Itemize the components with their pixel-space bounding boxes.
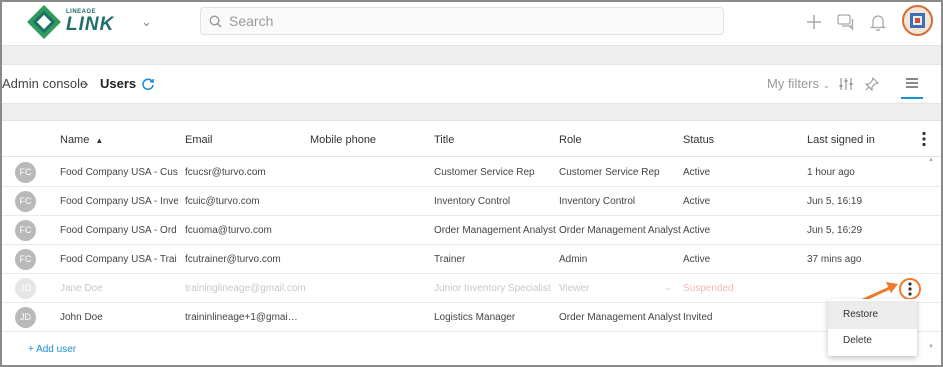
column-header-mobile-phone[interactable]: Mobile phone <box>310 134 376 146</box>
cell-last-signed-in: 1 hour ago <box>807 167 855 178</box>
cell-status: Active <box>683 254 711 265</box>
cell-email: traininglineage@gmail.com <box>185 283 306 294</box>
table-header: Name ▲ Email Mobile phone Title Role Stat… <box>2 121 941 157</box>
cell-role: Inventory Control <box>559 196 636 207</box>
cell-status: Active <box>683 225 711 236</box>
column-header-role[interactable]: Role <box>559 134 582 146</box>
more-vertical-icon[interactable] <box>921 131 927 147</box>
cell-role: Order Management Analyst <box>559 225 681 236</box>
chevron-down-icon: ⌄ <box>822 80 831 90</box>
sort-ascending-icon: ▲ <box>95 136 104 145</box>
avatar: FC <box>15 191 36 212</box>
cell-status: Invited <box>683 312 713 323</box>
cell-name: Jane Doe <box>60 283 103 294</box>
scroll-up-arrow[interactable]: ▲ <box>928 157 934 163</box>
table-row[interactable]: FC Food Company USA - Trai… fcutrainer@t… <box>2 245 941 274</box>
cell-last-signed-in: 37 mins ago <box>807 254 862 265</box>
row-context-menu: Restore Delete <box>828 299 917 356</box>
cell-title: Junior Inventory Specialist <box>434 283 551 294</box>
avatar-image <box>910 13 925 28</box>
column-header-label: Name <box>60 134 90 146</box>
cell-title: Inventory Control <box>434 196 511 207</box>
column-header-status[interactable]: Status <box>683 134 714 146</box>
cell-role: Viewer <box>559 283 590 294</box>
column-header-name[interactable]: Name ▲ <box>60 134 103 146</box>
cell-email: fcuoma@turvo.com <box>185 225 272 236</box>
cell-email: fcuic@turvo.com <box>185 196 260 207</box>
plus-icon[interactable] <box>804 12 824 32</box>
chevron-down-icon: ⌄ <box>664 282 672 292</box>
my-filters-dropdown[interactable]: My filters ⌄ <box>767 76 830 91</box>
table-row[interactable]: FC Food Company USA - Inve… fcuic@turvo.… <box>2 187 941 216</box>
breadcrumb-separator: › <box>84 76 89 91</box>
search-input[interactable]: Search <box>200 7 724 35</box>
bell-icon[interactable] <box>868 12 888 32</box>
column-header-title[interactable]: Title <box>434 134 454 146</box>
avatar: FC <box>15 162 36 183</box>
avatar: FC <box>15 220 36 241</box>
page-title: Users <box>100 76 137 91</box>
cell-name: Food Company USA - Inve… <box>60 196 178 207</box>
cell-title: Trainer <box>434 254 466 265</box>
cell-status: Suspended <box>683 283 734 294</box>
column-header-last-signed-in[interactable]: Last signed in <box>807 134 875 146</box>
top-bar: LINEAGE LINK ⌄ Search <box>2 2 941 46</box>
cell-last-signed-in: Jun 5, 16:19 <box>807 196 863 207</box>
search-placeholder: Search <box>229 13 274 29</box>
breadcrumb-admin-console[interactable]: Admin console <box>2 76 87 91</box>
cell-name: John Doe <box>60 312 103 323</box>
cell-email: fcucsr@turvo.com <box>185 167 266 178</box>
active-view-indicator <box>901 97 923 99</box>
chevron-down-icon[interactable]: ⌄ <box>141 14 152 30</box>
cell-title: Order Management Analyst <box>434 225 556 236</box>
avatar: FC <box>15 249 36 270</box>
row-more-button[interactable] <box>899 278 921 300</box>
add-user-link[interactable]: + Add user <box>28 344 76 355</box>
cell-status: Active <box>683 196 711 207</box>
cell-title: Logistics Manager <box>434 312 516 323</box>
cell-status: Active <box>683 167 711 178</box>
table-row-suspended[interactable]: JD Jane Doe traininglineage@gmail.com Ju… <box>2 274 941 303</box>
my-filters-label: My filters <box>767 76 819 91</box>
brand-logo[interactable]: LINEAGE LINK <box>26 4 136 40</box>
user-avatar[interactable] <box>902 5 933 36</box>
cell-last-signed-in: Jun 5, 16:29 <box>807 225 863 236</box>
users-table: Name ▲ Email Mobile phone Title Role Stat… <box>2 120 941 365</box>
cell-name: Food Company USA - Ord… <box>60 225 178 236</box>
brand-name: LINK <box>66 14 115 35</box>
delete-menu-item[interactable]: Delete <box>828 327 917 355</box>
cell-role: Order Management Analyst <box>559 312 681 323</box>
avatar: JD <box>15 278 36 299</box>
more-vertical-icon <box>908 282 912 296</box>
scroll-down-arrow[interactable]: ▼ <box>928 344 934 350</box>
cell-email: fcutrainer@turvo.com <box>185 254 281 265</box>
search-icon <box>209 15 222 28</box>
cell-role: Customer Service Rep <box>559 167 660 178</box>
restore-menu-item[interactable]: Restore <box>828 301 917 329</box>
column-header-email[interactable]: Email <box>185 134 213 146</box>
avatar: JD <box>15 307 36 328</box>
table-row[interactable]: FC Food Company USA - Cus… fcucsr@turvo.… <box>2 158 941 187</box>
refresh-icon[interactable] <box>141 77 155 91</box>
cell-name: Food Company USA - Cus… <box>60 167 178 178</box>
logo-icon <box>27 5 61 39</box>
pin-icon[interactable] <box>864 76 880 92</box>
cell-title: Customer Service Rep <box>434 167 535 178</box>
table-row[interactable]: JD John Doe traininlineage+1@gmai… Logis… <box>2 303 941 332</box>
cell-role: Admin <box>559 254 588 265</box>
chat-icon[interactable] <box>836 12 856 32</box>
cell-email: traininlineage+1@gmai… <box>185 312 298 323</box>
column-filter-icon[interactable] <box>838 76 854 92</box>
cell-name: Food Company USA - Trai… <box>60 254 178 265</box>
breadcrumb: Admin console › Users My filters ⌄ <box>2 64 941 104</box>
table-row[interactable]: FC Food Company USA - Ord… fcuoma@turvo.… <box>2 216 941 245</box>
list-view-icon[interactable] <box>905 77 919 89</box>
